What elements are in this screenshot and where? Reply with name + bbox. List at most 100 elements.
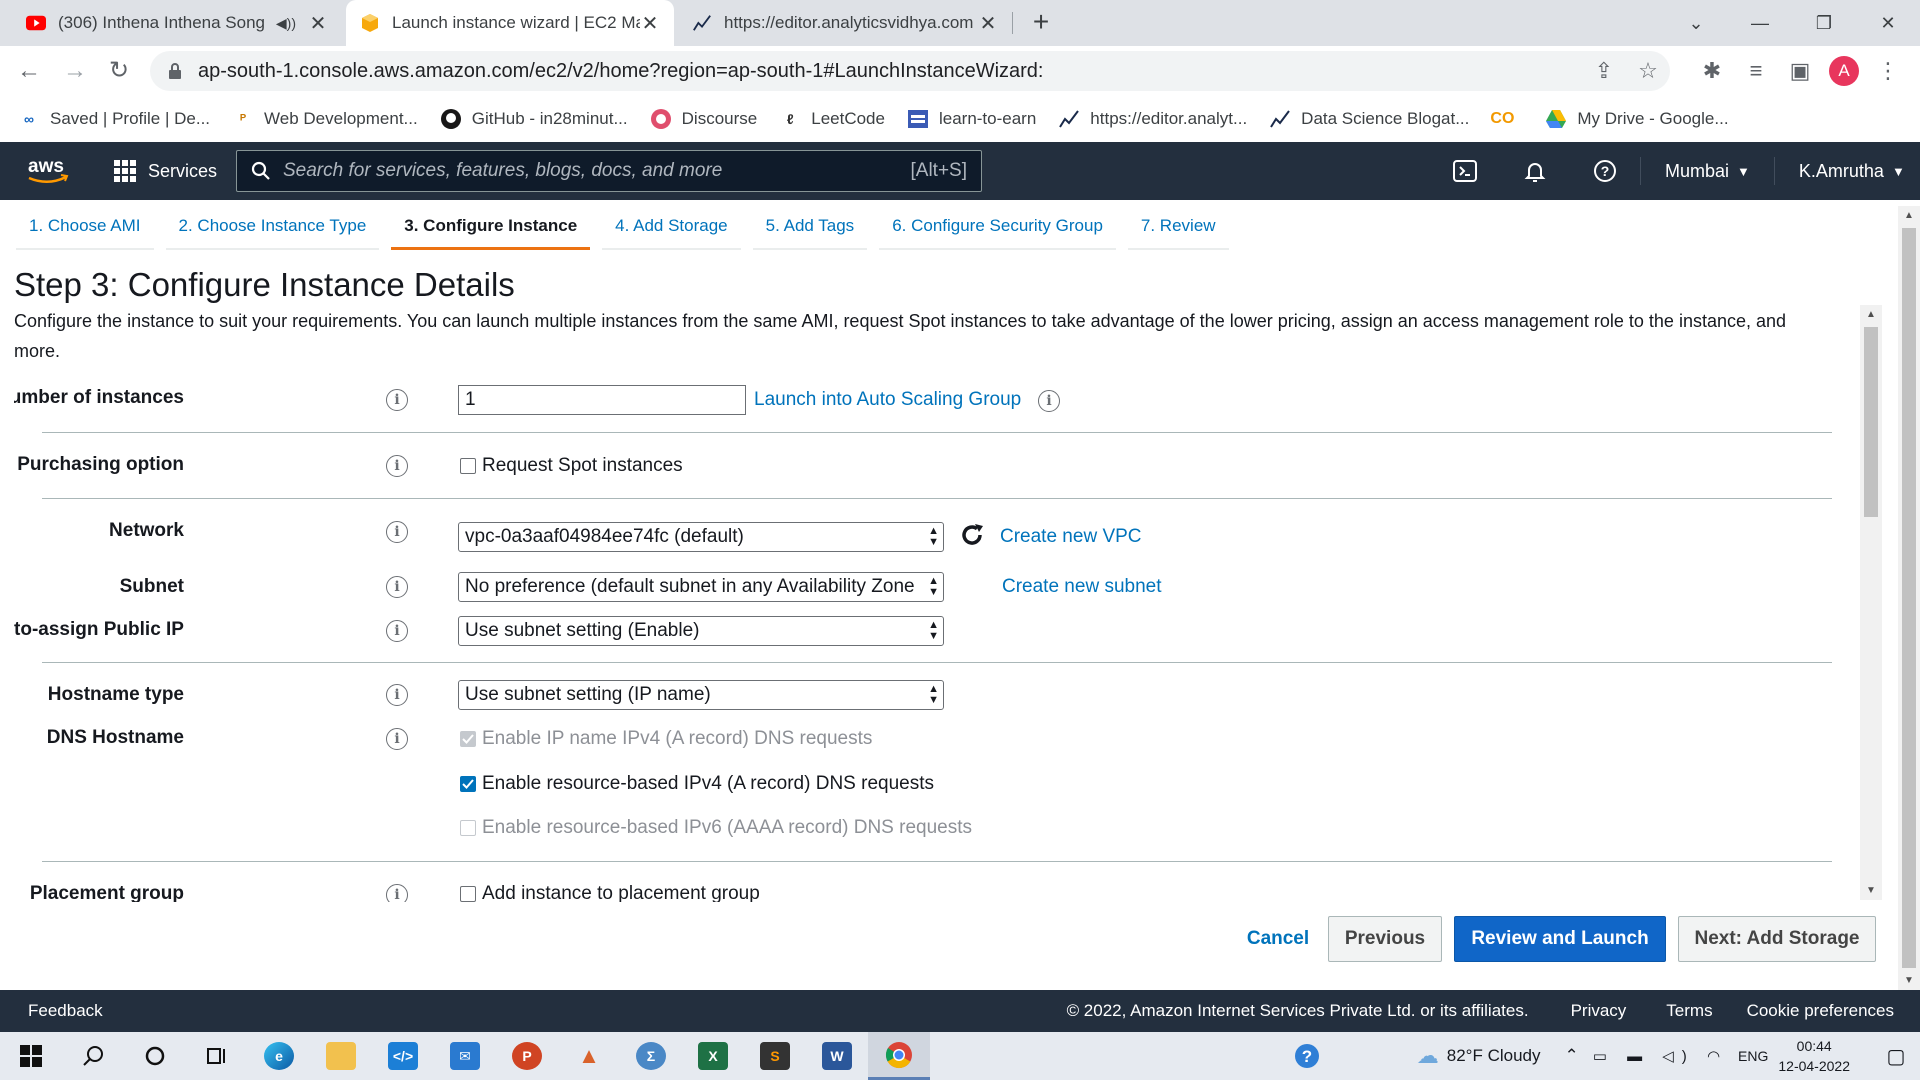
scrollbar-thumb[interactable] (1864, 327, 1878, 517)
info-icon[interactable]: i (386, 884, 408, 902)
search-icon[interactable] (62, 1032, 124, 1080)
close-tab-icon[interactable]: ✕ (978, 11, 998, 36)
number-of-instances-input[interactable] (458, 385, 746, 415)
bookmark-item[interactable]: ᴾ Web Development... (232, 108, 418, 130)
step-add-storage[interactable]: 4. Add Storage (602, 206, 741, 250)
file-explorer-icon[interactable] (310, 1032, 372, 1080)
forward-icon[interactable]: → (62, 58, 88, 84)
browser-tab-youtube[interactable]: (306) Inthena Inthena Song L ◀)) ✕ (12, 0, 342, 46)
share-icon[interactable]: ⇪ (1582, 51, 1626, 91)
browser-tab-analyticsvidhya[interactable]: https://editor.analyticsvidhya.com ✕ (678, 0, 1012, 46)
ssms-icon[interactable]: Σ (620, 1032, 682, 1080)
scrollbar-thumb[interactable] (1902, 228, 1916, 968)
checkbox-box[interactable] (460, 886, 476, 902)
info-icon[interactable]: i (386, 455, 408, 477)
info-icon[interactable]: i (386, 389, 408, 411)
browser-tab-ec2[interactable]: Launch instance wizard | EC2 Ma ✕ (346, 0, 674, 46)
close-tab-icon[interactable]: ✕ (308, 11, 328, 36)
create-new-vpc-link[interactable]: Create new VPC (1000, 526, 1142, 548)
scroll-down-icon[interactable]: ▼ (1860, 885, 1882, 896)
mail-icon[interactable]: ✉ (434, 1032, 496, 1080)
minimize-icon[interactable]: — (1728, 0, 1792, 46)
side-panel-icon[interactable]: ▣ (1778, 46, 1822, 96)
bookmark-item[interactable]: GitHub - in28minut... (440, 108, 628, 130)
close-window-icon[interactable]: ✕ (1856, 0, 1920, 46)
word-icon[interactable]: W (806, 1032, 868, 1080)
cortana-icon[interactable] (124, 1032, 186, 1080)
enable-resource-ipv4-checkbox[interactable]: Enable resource-based IPv4 (A record) DN… (460, 773, 934, 795)
subnet-select[interactable]: No preference (default subnet in any Ava… (458, 572, 944, 602)
info-icon[interactable]: i (386, 620, 408, 642)
chrome-icon[interactable] (868, 1032, 930, 1080)
next-add-storage-button[interactable]: Next: Add Storage (1678, 916, 1876, 962)
checkbox-box[interactable] (460, 458, 476, 474)
step-choose-ami[interactable]: 1. Choose AMI (16, 206, 154, 250)
bookmark-item[interactable]: My Drive - Google... (1545, 108, 1729, 130)
windows-start-icon[interactable] (0, 1032, 62, 1080)
bookmark-item[interactable]: ℓ LeetCode (779, 108, 885, 130)
task-view-icon[interactable] (186, 1032, 248, 1080)
info-icon[interactable]: i (386, 576, 408, 598)
sublime-icon[interactable]: S (744, 1032, 806, 1080)
profile-avatar[interactable]: A (1822, 46, 1866, 96)
reading-list-icon[interactable]: ≡ (1734, 46, 1778, 96)
privacy-link[interactable]: Privacy (1571, 1001, 1627, 1021)
tray-chevron-icon[interactable]: ⌃ (1564, 1046, 1578, 1066)
menu-kebab-icon[interactable]: ⋮ (1866, 46, 1910, 96)
tab-search-icon[interactable]: ⌄ (1664, 0, 1728, 46)
cloudshell-icon[interactable] (1430, 142, 1500, 200)
bookmark-item[interactable]: ∞ Saved | Profile | De... (18, 108, 210, 130)
cancel-button[interactable]: Cancel (1236, 916, 1320, 962)
close-tab-icon[interactable]: ✕ (640, 11, 660, 36)
region-selector[interactable]: Mumbai ▼ (1641, 142, 1774, 200)
restore-icon[interactable]: ❐ (1792, 0, 1856, 46)
clock[interactable]: 00:44 12-04-2022 (1778, 1036, 1850, 1076)
aws-search-input[interactable]: Search for services, features, blogs, do… (236, 150, 982, 192)
reload-icon[interactable]: ↻ (106, 58, 132, 84)
network-select[interactable]: vpc-0a3aaf04984ee74fc (default) ▲ ▼ (458, 522, 944, 552)
step-configure-instance[interactable]: 3. Configure Instance (391, 206, 591, 250)
info-icon[interactable]: i (1038, 390, 1060, 412)
edge-icon[interactable]: e (248, 1032, 310, 1080)
excel-icon[interactable]: X (682, 1032, 744, 1080)
info-icon[interactable]: i (386, 728, 408, 750)
step-review[interactable]: 7. Review (1127, 206, 1229, 250)
bookmark-item[interactable]: https://editor.analyt... (1058, 108, 1247, 130)
info-icon[interactable]: i (386, 521, 408, 543)
vscode-icon[interactable]: </> (372, 1032, 434, 1080)
feedback-link[interactable]: Feedback (28, 1001, 103, 1021)
account-menu[interactable]: K.Amrutha ▼ (1775, 142, 1920, 200)
bookmark-item[interactable]: CO (1490, 108, 1523, 130)
language-indicator[interactable]: ENG (1738, 1048, 1768, 1064)
review-and-launch-button[interactable]: Review and Launch (1454, 916, 1666, 962)
extensions-icon[interactable]: ✱ (1690, 46, 1734, 96)
powerpoint-icon[interactable]: P (496, 1032, 558, 1080)
matlab-icon[interactable]: ▲ (558, 1032, 620, 1080)
step-configure-security-group[interactable]: 6. Configure Security Group (879, 206, 1116, 250)
step-add-tags[interactable]: 5. Add Tags (752, 206, 868, 250)
notifications-bell-icon[interactable] (1500, 142, 1570, 200)
notifications-icon[interactable]: ▢ (1872, 1044, 1920, 1069)
scroll-up-icon[interactable]: ▲ (1898, 210, 1920, 221)
bookmark-item[interactable]: Discourse (650, 108, 757, 130)
services-menu[interactable]: Services (114, 142, 217, 200)
step-choose-instance-type[interactable]: 2. Choose Instance Type (165, 206, 380, 250)
tray-icons[interactable]: ▭ ▬ ◁) ◠ (1593, 1047, 1728, 1065)
back-icon[interactable]: ← (16, 58, 42, 84)
hostname-type-select[interactable]: Use subnet setting (IP name) ▲ ▼ (458, 680, 944, 710)
bookmark-star-icon[interactable]: ☆ (1626, 51, 1670, 91)
scroll-down-icon[interactable]: ▼ (1898, 975, 1920, 986)
auto-assign-ip-select[interactable]: Use subnet setting (Enable) ▲ ▼ (458, 616, 944, 646)
speaker-icon[interactable]: ◀)) (276, 15, 296, 32)
refresh-icon[interactable] (958, 521, 986, 554)
bookmark-item[interactable]: learn-to-earn (907, 108, 1036, 130)
terms-link[interactable]: Terms (1666, 1001, 1712, 1021)
help-icon[interactable]: ? (1570, 142, 1640, 200)
scroll-up-icon[interactable]: ▲ (1860, 309, 1882, 320)
request-spot-checkbox[interactable]: Request Spot instances (460, 455, 683, 477)
placement-group-checkbox[interactable]: Add instance to placement group (460, 883, 760, 902)
address-bar[interactable]: ap-south-1.console.aws.amazon.com/ec2/v2… (150, 51, 1670, 91)
weather-text[interactable]: 82°F Cloudy (1447, 1046, 1541, 1066)
create-new-subnet-link[interactable]: Create new subnet (1002, 576, 1162, 598)
bookmark-item[interactable]: Data Science Blogat... (1269, 108, 1469, 130)
